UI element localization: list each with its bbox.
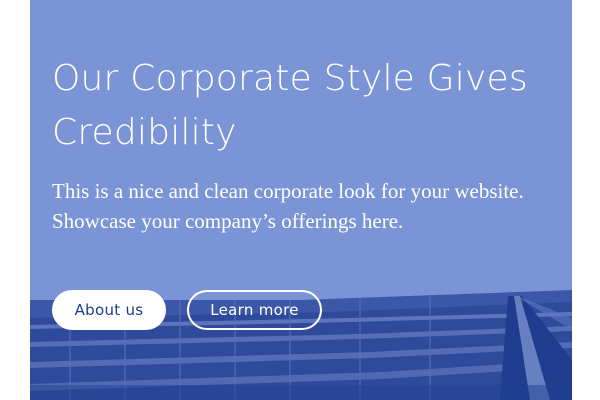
hero-subtext: This is a nice and clean corporate look … [52,179,524,233]
hero-headline: Our Corporate Style Gives Credibility [52,58,528,153]
hero-section: Our Corporate Style Gives Credibility Th… [30,0,572,400]
page: Our Corporate Style Gives Credibility Th… [0,0,600,400]
learn-more-button[interactable]: Learn more [187,290,322,330]
about-us-button[interactable]: About us [52,290,166,330]
